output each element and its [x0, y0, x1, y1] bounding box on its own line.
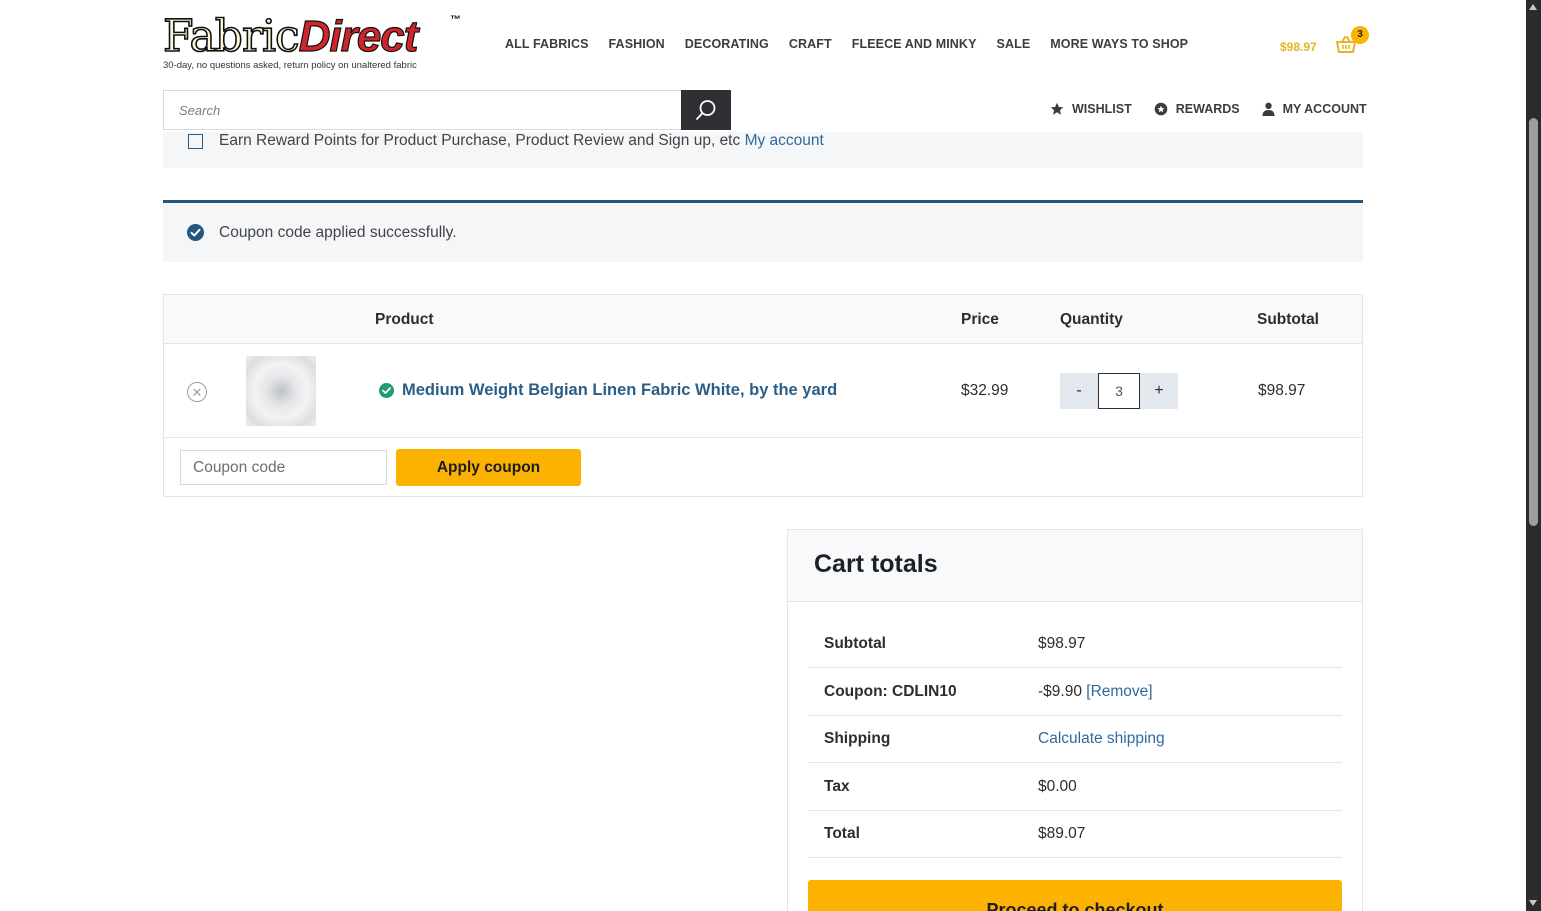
- apply-coupon-button[interactable]: Apply coupon: [396, 449, 581, 486]
- logo-wordmark: FabricDirect: [162, 11, 473, 63]
- logo-trademark: ™: [450, 14, 461, 26]
- subtotal-label: Subtotal: [824, 635, 886, 652]
- coupon-success-notice: Coupon code applied successfully.: [163, 200, 1363, 262]
- quantity-stepper: - +: [1060, 373, 1178, 409]
- reward-my-account-link[interactable]: My account: [745, 132, 824, 149]
- nav-fleece-and-minky[interactable]: FLEECE AND MINKY: [852, 37, 977, 51]
- totals-row-coupon: Coupon: CDLIN10 -$9.90 [Remove]: [808, 669, 1342, 716]
- header-quantity: Quantity: [1060, 311, 1123, 328]
- cart-count-badge: 3: [1351, 26, 1369, 44]
- totals-row-total: Total $89.07: [808, 811, 1342, 858]
- mini-cart[interactable]: $98.97 3: [1280, 26, 1370, 56]
- qty-input[interactable]: [1098, 373, 1140, 409]
- star-icon: [1050, 102, 1064, 115]
- calculate-shipping-link[interactable]: Calculate shipping: [1038, 730, 1165, 747]
- search-icon: [696, 100, 716, 120]
- header-price: Price: [961, 311, 999, 328]
- my-account-link[interactable]: MY ACCOUNT: [1262, 102, 1367, 116]
- rewards-icon: [1154, 102, 1168, 116]
- proceed-to-checkout-button[interactable]: Proceed to checkout: [808, 880, 1342, 911]
- nav-decorating[interactable]: DECORATING: [685, 37, 769, 51]
- remove-coupon-link[interactable]: [Remove]: [1086, 683, 1152, 700]
- coupon-code-input[interactable]: [180, 450, 387, 485]
- coupon-value-group: -$9.90 [Remove]: [1038, 683, 1153, 701]
- reward-points-notice: Earn Reward Points for Product Purchase,…: [163, 132, 1363, 168]
- scroll-down-arrow-icon[interactable]: [1529, 900, 1537, 906]
- rewards-link[interactable]: REWARDS: [1154, 102, 1240, 116]
- cart-item-row: ✕ Medium Weight Belgian Linen Fabric Whi…: [164, 344, 1362, 438]
- user-icon: [1262, 102, 1275, 116]
- cart-table-header: Product Price Quantity Subtotal: [164, 295, 1362, 344]
- shipping-value: Calculate shipping: [1038, 730, 1165, 748]
- nav-more-ways-to-shop[interactable]: MORE WAYS TO SHOP: [1050, 37, 1188, 51]
- in-stock-check-icon: [379, 383, 394, 398]
- qty-decrease-button[interactable]: -: [1060, 373, 1098, 409]
- coupon-label: Coupon: CDLIN10: [824, 683, 957, 700]
- wishlist-link[interactable]: WISHLIST: [1050, 102, 1132, 116]
- page-scrollbar[interactable]: [1526, 0, 1541, 911]
- coupon-row: Apply coupon: [164, 438, 1362, 496]
- remove-item-icon[interactable]: ✕: [187, 382, 207, 402]
- reward-notice-message: Earn Reward Points for Product Purchase,…: [219, 132, 741, 149]
- reward-checkbox-icon: [188, 134, 203, 149]
- success-notice-text: Coupon code applied successfully.: [219, 224, 457, 241]
- total-value: $89.07: [1038, 825, 1086, 842]
- product-name-link[interactable]: Medium Weight Belgian Linen Fabric White…: [402, 381, 837, 400]
- cart-totals: Cart totals Subtotal $98.97 Coupon: CDLI…: [787, 529, 1363, 911]
- mini-cart-amount: $98.97: [1280, 40, 1317, 54]
- check-circle-icon: [187, 224, 204, 241]
- site-logo[interactable]: FabricDirect ™ 30-day, no questions aske…: [162, 11, 473, 74]
- rewards-label: REWARDS: [1175, 102, 1240, 116]
- qty-increase-button[interactable]: +: [1140, 373, 1178, 409]
- cart-table: Product Price Quantity Subtotal ✕ Medium…: [163, 294, 1363, 497]
- item-price: $32.99: [961, 382, 1009, 399]
- total-label: Total: [824, 825, 860, 842]
- totals-row-shipping: Shipping Calculate shipping: [808, 716, 1342, 763]
- nav-all-fabrics[interactable]: ALL FABRICS: [505, 37, 589, 51]
- totals-row-subtotal: Subtotal $98.97: [808, 621, 1342, 668]
- item-subtotal: $98.97: [1258, 382, 1306, 399]
- account-nav: WISHLIST REWARDS MY ACCOUNT: [1050, 102, 1367, 116]
- header-product: Product: [375, 311, 434, 328]
- subtotal-value: $98.97: [1038, 635, 1086, 652]
- nav-fashion[interactable]: FASHION: [609, 37, 665, 51]
- tax-label: Tax: [824, 778, 850, 795]
- reward-notice-text: Earn Reward Points for Product Purchase,…: [219, 132, 824, 150]
- logo-fabric: Fabric: [162, 11, 300, 63]
- header-subtotal: Subtotal: [1257, 311, 1319, 328]
- scrollbar-thumb[interactable]: [1529, 118, 1538, 526]
- product-thumbnail[interactable]: [246, 356, 316, 426]
- logo-direct: Direct: [298, 11, 419, 61]
- cart-totals-title: Cart totals: [814, 550, 938, 578]
- logo-tagline: 30-day, no questions asked, return polic…: [163, 60, 417, 71]
- shipping-label: Shipping: [824, 730, 891, 747]
- main-nav: ALL FABRICS FASHION DECORATING CRAFT FLE…: [505, 37, 1208, 51]
- search-button[interactable]: [681, 90, 731, 130]
- nav-craft[interactable]: CRAFT: [789, 37, 832, 51]
- totals-row-tax: Tax $0.00: [808, 764, 1342, 811]
- nav-sale[interactable]: SALE: [997, 37, 1031, 51]
- search-bar: [163, 90, 731, 130]
- scroll-up-arrow-icon[interactable]: [1529, 4, 1537, 10]
- cart-totals-header: Cart totals: [788, 530, 1362, 602]
- wishlist-label: WISHLIST: [1072, 102, 1132, 116]
- search-input[interactable]: [164, 91, 674, 129]
- coupon-discount: -$9.90: [1038, 683, 1082, 700]
- my-account-label: MY ACCOUNT: [1282, 102, 1367, 116]
- tax-value: $0.00: [1038, 778, 1077, 795]
